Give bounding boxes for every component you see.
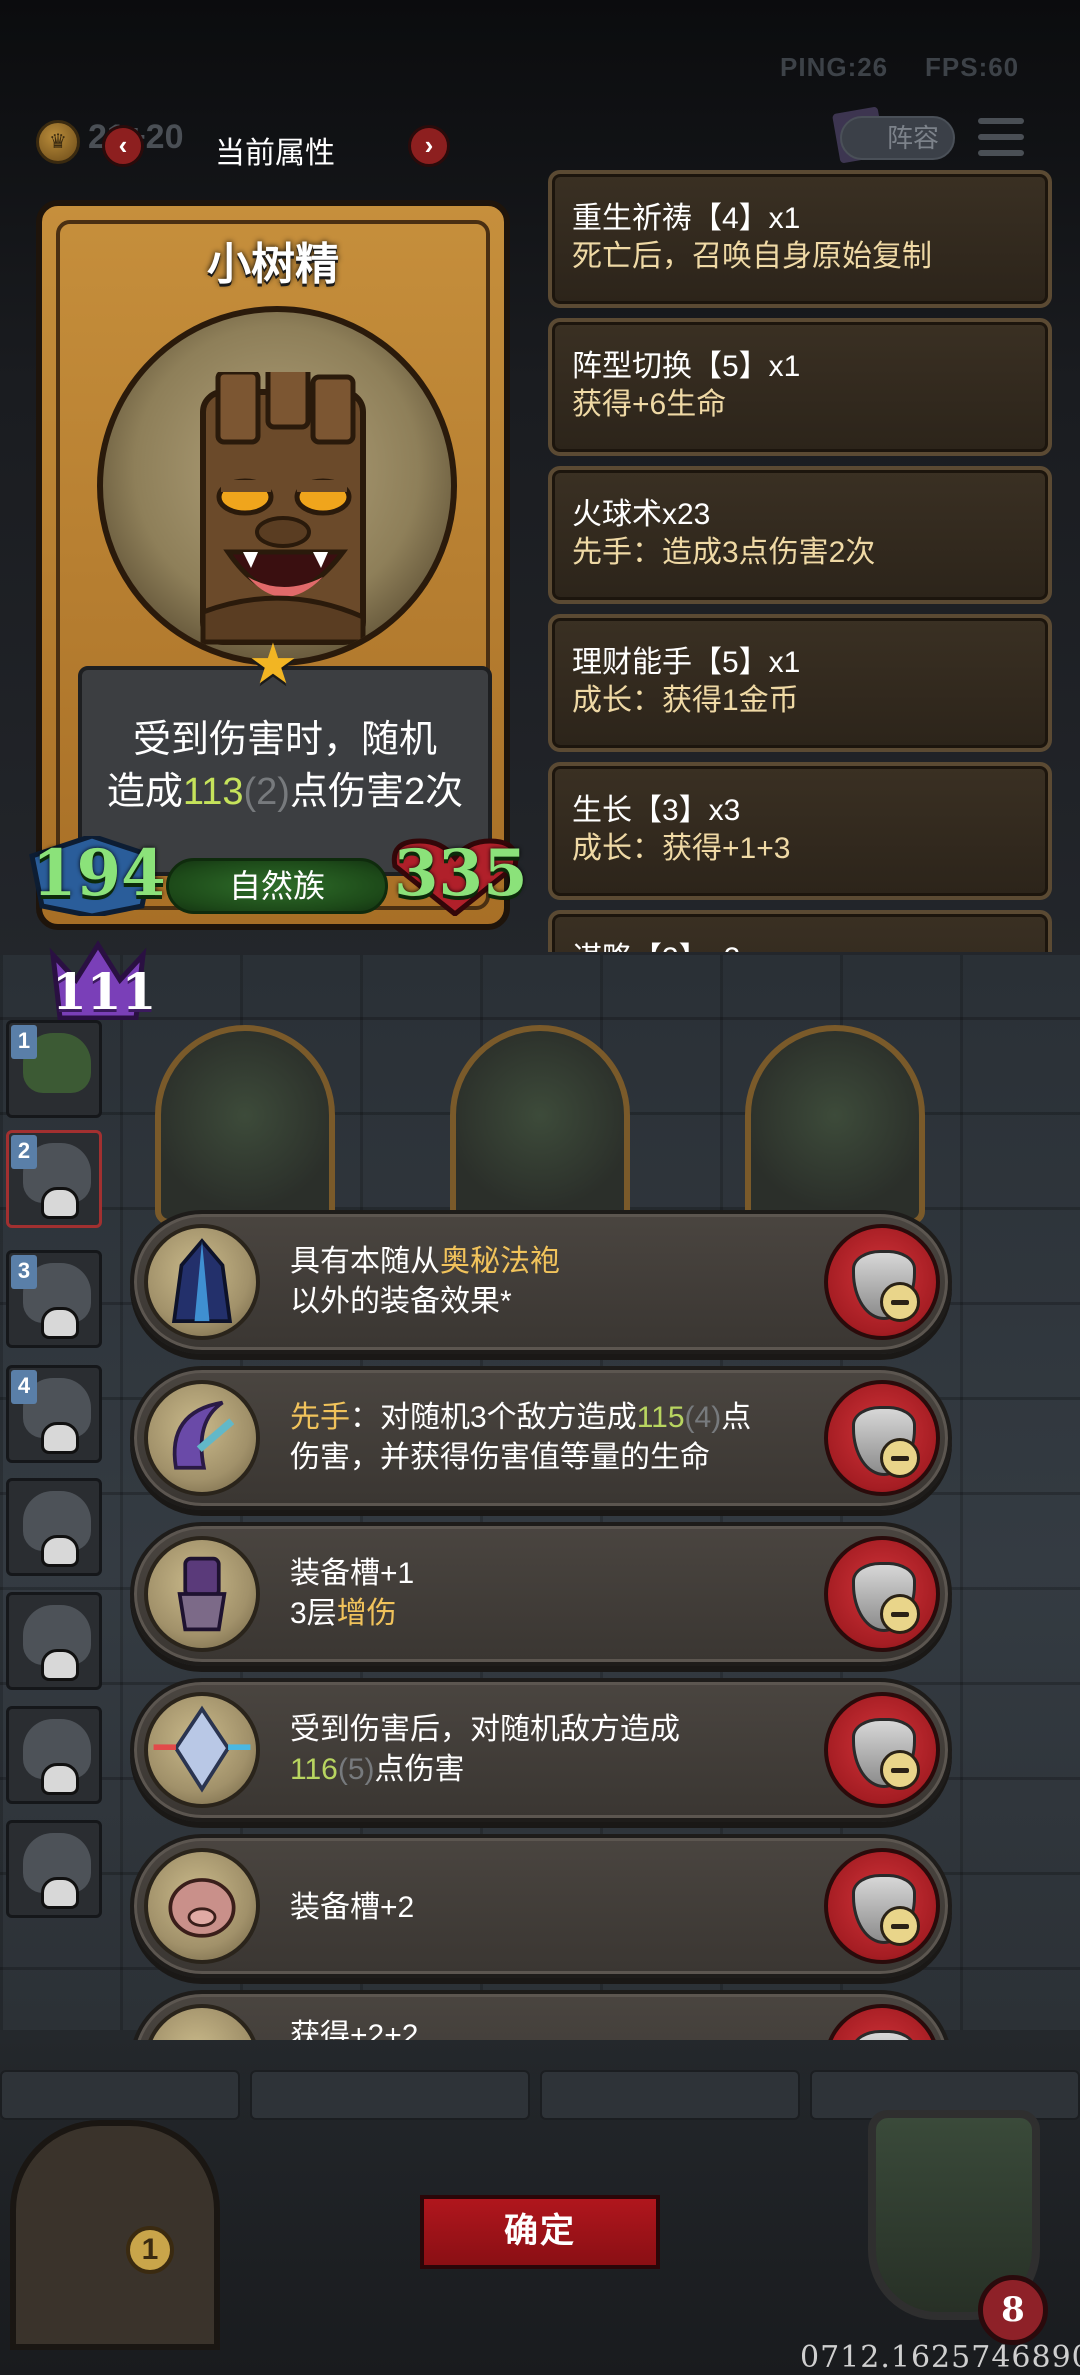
skill-desc: 先手：造成3点伤害2次 bbox=[572, 536, 876, 569]
skill-card: 理财能手【5】x1 成长：获得1金币 bbox=[548, 614, 1052, 752]
skill-title: 阵型切换【5】x1 bbox=[572, 350, 801, 383]
skill-card: 阵型切换【5】x1 获得+6生命 bbox=[548, 318, 1052, 456]
skill-card: 生长【3】x3 成长：获得+1+3 bbox=[548, 762, 1052, 900]
skill-desc: 死亡后，召唤自身原始复制 bbox=[572, 240, 932, 273]
minus-icon bbox=[880, 1750, 920, 1790]
unequip-button[interactable] bbox=[824, 1224, 940, 1340]
crown-coin-icon: ♛ bbox=[36, 120, 80, 164]
prism-crystal-icon bbox=[144, 1692, 260, 1808]
pig-armor-icon bbox=[144, 1848, 260, 1964]
equipment-list[interactable]: 具有本随从奥秘法袍 以外的装备效果* 先手：对随机3个敌方造成115(4)点 伤… bbox=[0, 1200, 1080, 2040]
ping-readout: PING:26 bbox=[780, 52, 889, 82]
tavern-tier: 111 bbox=[52, 962, 157, 1021]
star-icon: ★ bbox=[247, 632, 299, 695]
party-slot-number: 2 bbox=[11, 1135, 37, 1169]
skill-title: 火球术x23 bbox=[572, 498, 711, 531]
skill-title: 生长【3】x3 bbox=[572, 794, 741, 827]
skill-card: 谋略【3】x2 bbox=[548, 910, 1052, 952]
hero-name: 小树精 bbox=[207, 240, 339, 289]
tribe-label: 自然族 bbox=[166, 858, 388, 914]
skill-desc: 获得+6生命 bbox=[572, 388, 727, 421]
hero-ability-line1: 受到伤害时，随机 bbox=[132, 719, 437, 761]
prev-arrow-button[interactable]: ‹ bbox=[102, 125, 144, 167]
fps-readout: FPS:60 bbox=[925, 52, 1020, 82]
treant-minion-icon[interactable] bbox=[450, 1025, 630, 1225]
skill-desc: 成长：获得1金币 bbox=[572, 684, 799, 717]
treant-portrait-icon bbox=[97, 306, 457, 666]
equipment-row: 装备槽+2 bbox=[130, 1834, 952, 1978]
unequip-button[interactable] bbox=[824, 1380, 940, 1496]
skill-title: 理财能手【5】x1 bbox=[572, 646, 801, 679]
equipment-effect: 受到伤害后，对随机敌方造成 116(5)点伤害 bbox=[290, 1713, 680, 1786]
cactus-minion-icon[interactable] bbox=[155, 1025, 335, 1225]
equipment-effect: 装备槽+2 bbox=[290, 1891, 415, 1924]
mystic-robe-icon bbox=[144, 1224, 260, 1340]
purple-scythe-icon bbox=[144, 1380, 260, 1496]
minus-icon bbox=[880, 1438, 920, 1478]
equipment-row: 受到伤害后，对随机敌方造成 116(5)点伤害 bbox=[130, 1678, 952, 1822]
treant-face-icon bbox=[200, 372, 366, 645]
gold-relic-icon bbox=[144, 2004, 260, 2040]
treasure-door-icon[interactable] bbox=[10, 2120, 220, 2350]
unequip-button[interactable] bbox=[824, 1848, 940, 1964]
skill-title: 重生祈祷【4】x1 bbox=[572, 202, 801, 235]
version-label: 0712.16257468901 bbox=[800, 2340, 1080, 2375]
equipment-row: 装备槽+1 3层增伤 bbox=[130, 1522, 952, 1666]
unequip-button[interactable] bbox=[824, 1692, 940, 1808]
minus-icon bbox=[880, 1906, 920, 1946]
panel-title: 当前属性 bbox=[215, 137, 335, 170]
hamburger-menu-icon[interactable] bbox=[978, 118, 1024, 158]
equipment-effect: 装备槽+1 3层增伤 bbox=[290, 1557, 415, 1630]
gauntlet-icon bbox=[144, 1536, 260, 1652]
minus-icon bbox=[880, 1282, 920, 1322]
skill-card: 火球术x23 先手：造成3点伤害2次 bbox=[548, 466, 1052, 604]
health-value: 335 bbox=[394, 836, 528, 911]
equipment-effect: 获得+2+2 bbox=[290, 2019, 419, 2040]
hero-card: 小树精 受到伤害时，随机 造成113(2)点伤害2次 ★ bbox=[36, 200, 510, 930]
skill-title: 谋略【3】x2 bbox=[572, 940, 1048, 952]
skill-card: 重生祈祷【4】x1 死亡后，召唤自身原始复制 bbox=[548, 170, 1052, 308]
attack-value: 194 bbox=[32, 836, 166, 911]
equipment-effect: 先手：对随机3个敌方造成115(4)点 伤害，并获得伤害值等量的生命 bbox=[290, 1401, 752, 1474]
door-count-badge: 1 bbox=[126, 2226, 174, 2274]
unequip-button[interactable] bbox=[824, 2004, 940, 2040]
hero-ability-line2: 造成113(2)点伤害2次 bbox=[106, 771, 464, 813]
party-slot[interactable]: 1 bbox=[6, 1020, 102, 1118]
equipment-row: 具有本随从奥秘法袍 以外的装备效果* bbox=[130, 1210, 952, 1354]
lineup-button[interactable]: 阵容 bbox=[840, 116, 955, 160]
shield-icon bbox=[852, 2030, 916, 2040]
equipment-effect: 具有本随从奥秘法袍 以外的装备效果* bbox=[290, 1245, 560, 1318]
equipment-row: 先手：对随机3个敌方造成115(4)点 伤害，并获得伤害值等量的生命 bbox=[130, 1366, 952, 1510]
minus-icon bbox=[880, 1594, 920, 1634]
confirm-button[interactable]: 确定 bbox=[420, 2195, 660, 2269]
hero-level-badge: 8 bbox=[978, 2275, 1048, 2345]
skill-desc: 成长：获得+1+3 bbox=[572, 832, 791, 865]
unequip-button[interactable] bbox=[824, 1536, 940, 1652]
equipment-row: 获得+2+2 bbox=[130, 1990, 952, 2040]
pumpkin-minion-icon[interactable] bbox=[745, 1025, 925, 1225]
party-slot-number: 1 bbox=[11, 1025, 37, 1059]
next-arrow-button[interactable]: › bbox=[408, 125, 450, 167]
skills-list[interactable]: 重生祈祷【4】x1 死亡后，召唤自身原始复制 阵型切换【5】x1 获得+6生命 … bbox=[548, 160, 1058, 952]
